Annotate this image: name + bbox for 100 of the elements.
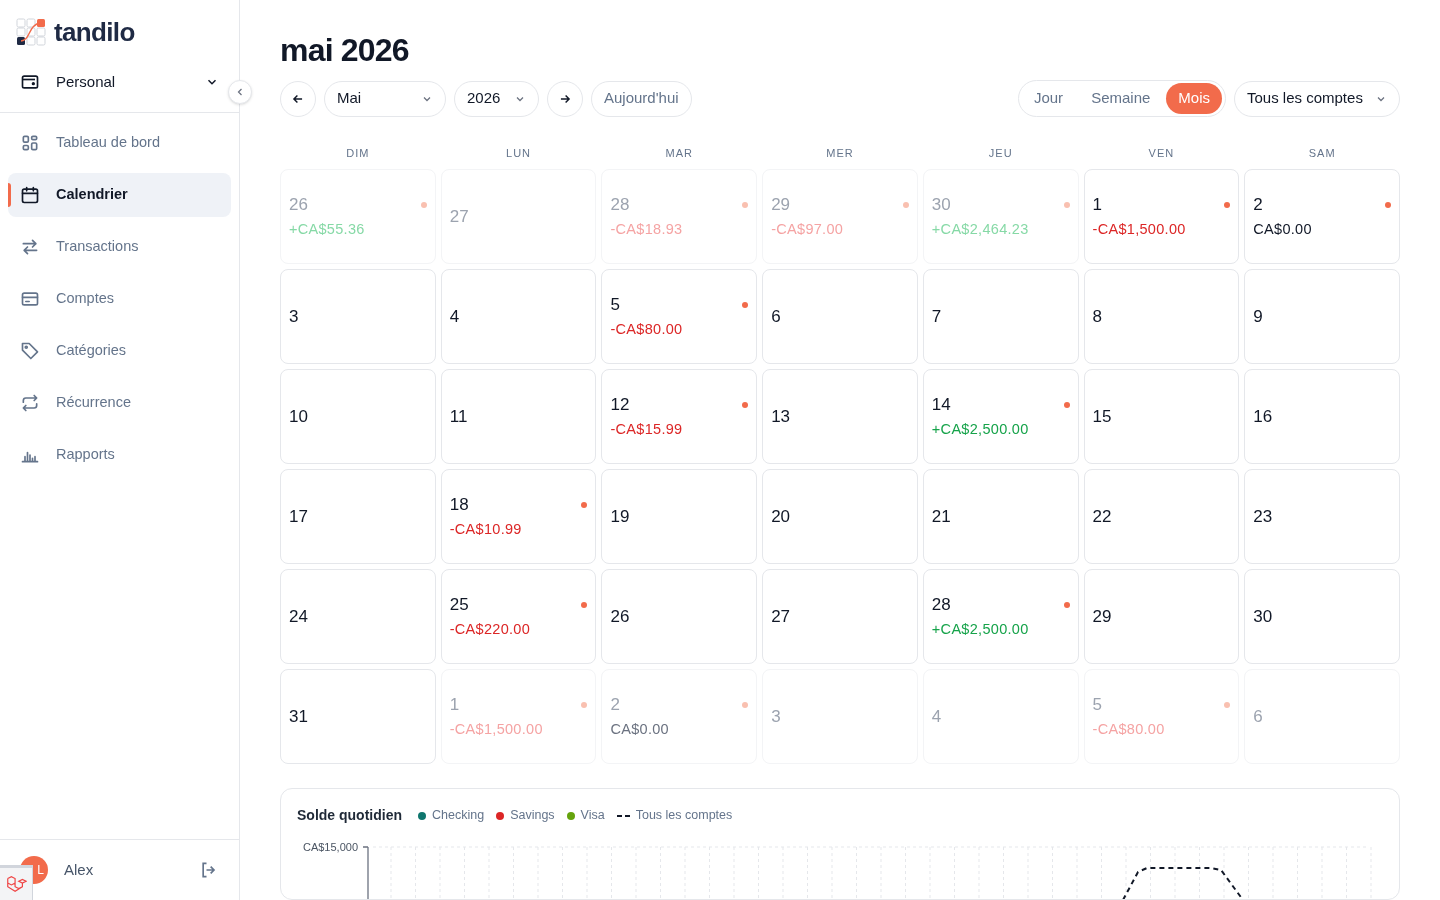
weekday-label: LUN: [505, 146, 533, 161]
day-cell[interactable]: 28 +CA$2,500.00: [922, 569, 1079, 664]
day-amount: -CA$80.00: [610, 320, 683, 339]
day-cell[interactable]: 27: [762, 569, 918, 664]
day-number: 26: [610, 605, 630, 628]
day-cell[interactable]: 4: [440, 269, 597, 364]
day-number: 15: [1092, 405, 1112, 428]
nav-item[interactable]: Transactions: [8, 225, 231, 269]
day-number: 30: [931, 194, 951, 216]
day-cell[interactable]: 14 +CA$2,500.00: [922, 369, 1079, 464]
day-cell[interactable]: 30: [1244, 569, 1400, 664]
day-number: 2: [1253, 194, 1263, 216]
day-number: 14: [931, 394, 951, 416]
weekday-label: SAM: [1307, 146, 1337, 161]
view-tab[interactable]: Jour: [1021, 83, 1076, 114]
tag-icon: [20, 341, 40, 361]
weekday-label: MAR: [664, 146, 694, 161]
day-number: 31: [289, 705, 308, 728]
day-cell[interactable]: 3: [280, 269, 436, 364]
nav-item[interactable]: Catégories: [8, 329, 231, 373]
day-cell[interactable]: 1 -CA$1,500.00: [1083, 169, 1240, 264]
day-cell[interactable]: 5 -CA$80.00: [601, 269, 758, 364]
day-amount: -CA$80.00: [1092, 720, 1165, 739]
day-cell[interactable]: 12 -CA$15.99: [601, 369, 758, 464]
day-cell[interactable]: 7: [922, 269, 1079, 364]
day-number: 28: [610, 194, 630, 216]
weekday-label: VEN: [1147, 146, 1176, 161]
day-cell[interactable]: 20: [762, 469, 918, 564]
day-amount: -CA$15.99: [610, 420, 683, 439]
day-cell[interactable]: 11: [440, 369, 597, 464]
day-number: 7: [931, 305, 942, 328]
day-number: 12: [610, 394, 630, 416]
weekday-label: DIM: [345, 146, 371, 161]
logo-icon: [16, 18, 46, 46]
day-number: 21: [931, 505, 951, 528]
day-number: 3: [289, 305, 299, 328]
day-cell[interactable]: 2 CA$0.00: [601, 669, 758, 764]
day-cell[interactable]: 9: [1244, 269, 1400, 364]
day-number: 2: [610, 694, 620, 716]
day-amount: +CA$55.36: [289, 220, 365, 239]
day-number: 5: [610, 294, 620, 316]
day-amount: +CA$2,500.00: [931, 620, 1029, 639]
day-number: 30: [1253, 605, 1273, 628]
day-cell[interactable]: 21: [922, 469, 1079, 564]
day-cell[interactable]: 10: [280, 369, 436, 464]
day-cell[interactable]: 24: [280, 569, 436, 664]
day-cell[interactable]: 22: [1083, 469, 1240, 564]
view-tab[interactable]: Semaine: [1079, 83, 1163, 114]
nav-item[interactable]: Comptes: [8, 277, 231, 321]
nav-item[interactable]: Récurrence: [8, 381, 231, 425]
day-number: 25: [449, 594, 469, 616]
weekday-label: JEU: [987, 146, 1014, 161]
day-cell[interactable]: 2 CA$0.00: [1244, 169, 1400, 264]
brand-name: tandilo: [54, 15, 135, 49]
day-number: 4: [449, 305, 460, 328]
day-amount: -CA$18.93: [610, 220, 683, 239]
day-number: 28: [931, 594, 951, 616]
day-number: 6: [1253, 705, 1263, 728]
day-amount: -CA$97.00: [771, 220, 844, 239]
day-cell[interactable]: 15: [1083, 369, 1240, 464]
nav-item[interactable]: Tableau de bord: [8, 121, 231, 165]
workspace-selector[interactable]: Personal: [8, 64, 231, 100]
debug-badge[interactable]: [0, 865, 33, 900]
page-title: mai 2026: [280, 31, 410, 70]
day-cell[interactable]: 13: [762, 369, 918, 464]
dashboard-icon: [20, 133, 40, 153]
day-cell[interactable]: 17: [280, 469, 436, 564]
day-amount: -CA$10.99: [449, 520, 522, 539]
day-cell[interactable]: 19: [601, 469, 758, 564]
day-cell[interactable]: 6: [762, 269, 918, 364]
wallet-icon: [20, 72, 40, 92]
day-cell[interactable]: 29: [1083, 569, 1240, 664]
day-number: 26: [289, 194, 308, 216]
legend-label: Visa: [580, 807, 605, 825]
day-number: 19: [610, 505, 630, 528]
day-number: 1: [449, 694, 460, 716]
day-cell[interactable]: 23: [1244, 469, 1400, 564]
chart-title: Solde quotidien: [297, 806, 402, 825]
cubes-icon: [5, 873, 27, 895]
day-cell[interactable]: 16: [1244, 369, 1400, 464]
axis-tick-label: CA$15,000: [301, 840, 359, 855]
day-number: 17: [289, 505, 308, 528]
day-cell[interactable]: 18 -CA$10.99: [440, 469, 597, 564]
day-amount: +CA$2,464.23: [931, 220, 1029, 239]
user-name: Alex: [64, 859, 95, 880]
day-amount: -CA$1,500.00: [449, 720, 543, 739]
day-cell[interactable]: 25 -CA$220.00: [440, 569, 597, 664]
day-cell[interactable]: 26: [601, 569, 758, 664]
day-number: 6: [771, 305, 781, 328]
day-number: 29: [771, 194, 791, 216]
day-number: 27: [449, 205, 469, 228]
day-cell[interactable]: 8: [1083, 269, 1240, 364]
day-cell[interactable]: 31: [280, 669, 436, 764]
nav-item[interactable]: Calendrier: [8, 173, 231, 217]
transfer-icon: [20, 237, 40, 257]
day-amount: CA$0.00: [610, 720, 669, 739]
legend-label: Savings: [510, 807, 555, 825]
day-amount: -CA$220.00: [449, 620, 531, 639]
day-number: 24: [289, 605, 308, 628]
nav-item[interactable]: Rapports: [8, 433, 231, 477]
